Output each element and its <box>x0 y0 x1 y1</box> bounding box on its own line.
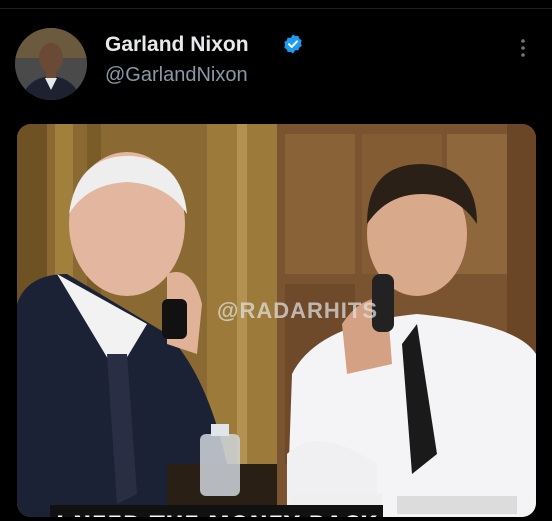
post-media-image[interactable]: @RADARHITS I NEED THE MONEY BACK <box>17 124 536 517</box>
verified-badge-icon <box>282 33 304 55</box>
media-watermark: @RADARHITS <box>217 298 379 323</box>
avatar[interactable] <box>15 28 87 100</box>
author-handle[interactable]: @GarlandNixon <box>105 64 248 87</box>
tweet-post: Garland Nixon @GarlandNixon @RADARHITS <box>0 0 552 521</box>
more-options-icon[interactable] <box>515 36 531 60</box>
author-name[interactable]: Garland Nixon <box>105 33 249 57</box>
meme-caption: I NEED THE MONEY BACK <box>50 505 384 517</box>
divider <box>0 8 552 9</box>
